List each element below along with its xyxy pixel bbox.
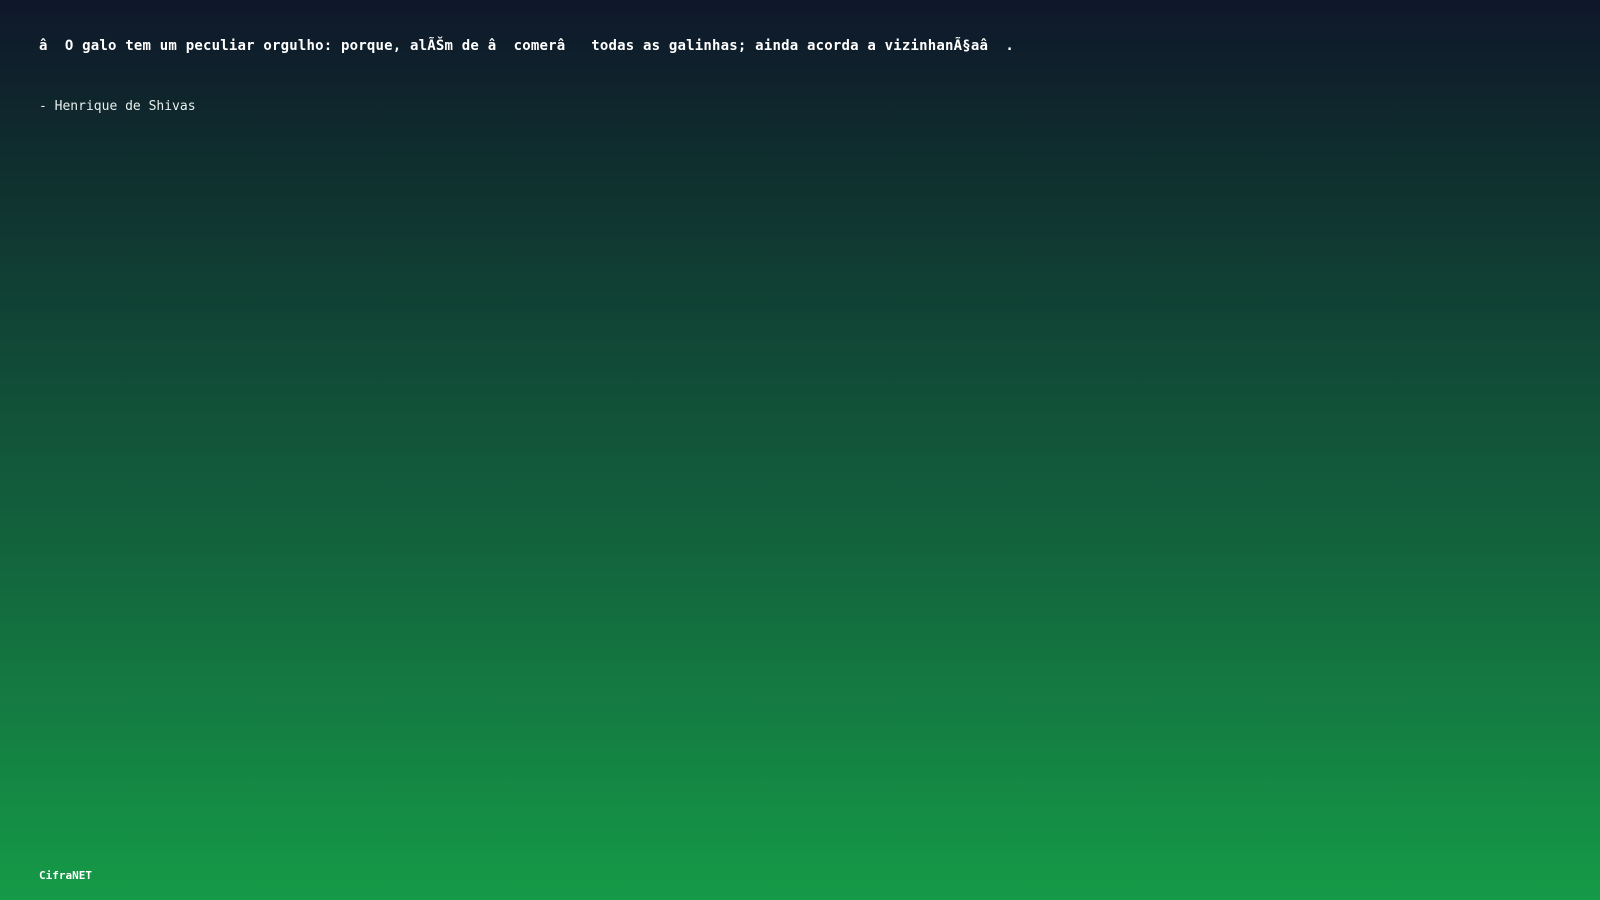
quote-screen: { "quote": { "text": "â O galo tem um pe… bbox=[0, 0, 1600, 900]
brand-label: CifraNET bbox=[39, 869, 92, 882]
quote-author: - Henrique de Shivas bbox=[39, 99, 196, 114]
quote-text: â O galo tem um peculiar orgulho: porque… bbox=[39, 38, 1015, 54]
